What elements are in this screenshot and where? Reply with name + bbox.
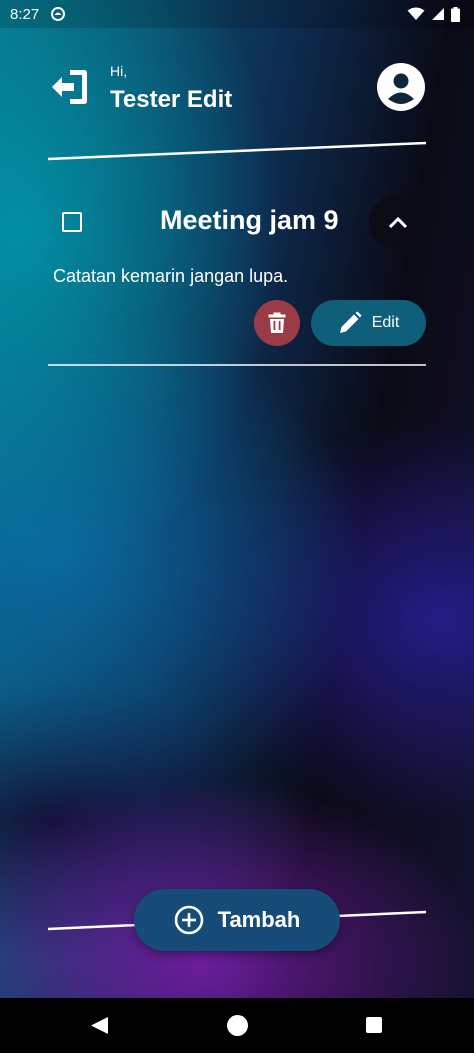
- pencil-icon: [339, 311, 362, 333]
- user-name: Tester Edit: [110, 86, 233, 113]
- recents-icon[interactable]: [366, 1017, 382, 1033]
- android-app-icon: [51, 7, 66, 21]
- back-icon[interactable]: [90, 1016, 109, 1035]
- header: Hi, Tester Edit: [48, 60, 428, 120]
- add-label: Tambah: [217, 907, 301, 932]
- app-screen: 8:27 Hi, Tester Edit Meeting jam 9 Catat…: [0, 0, 474, 998]
- status-time: 8:27: [10, 5, 40, 23]
- add-button[interactable]: Tambah: [134, 889, 340, 951]
- note-checkbox[interactable]: [62, 212, 82, 232]
- plus-circle-icon: [174, 905, 203, 935]
- signal-icon: [432, 8, 444, 20]
- greeting-text: Hi,: [110, 63, 128, 79]
- edit-label: Edit: [371, 314, 400, 331]
- logout-icon[interactable]: [48, 66, 90, 108]
- chevron-up-icon: [388, 216, 407, 228]
- note-title: Meeting jam 9: [160, 205, 339, 235]
- home-icon[interactable]: [227, 1015, 248, 1036]
- wifi-icon: [407, 7, 425, 20]
- header-divider: [47, 141, 427, 931]
- note-description: Catatan kemarin jangan lupa.: [53, 266, 289, 286]
- trash-icon: [268, 312, 286, 333]
- edit-button[interactable]: Edit: [311, 300, 426, 346]
- account-circle-icon[interactable]: [376, 62, 426, 112]
- status-bar: 8:27: [0, 0, 474, 28]
- delete-button[interactable]: [254, 300, 300, 346]
- battery-icon: [451, 6, 460, 22]
- collapse-button[interactable]: [369, 194, 426, 251]
